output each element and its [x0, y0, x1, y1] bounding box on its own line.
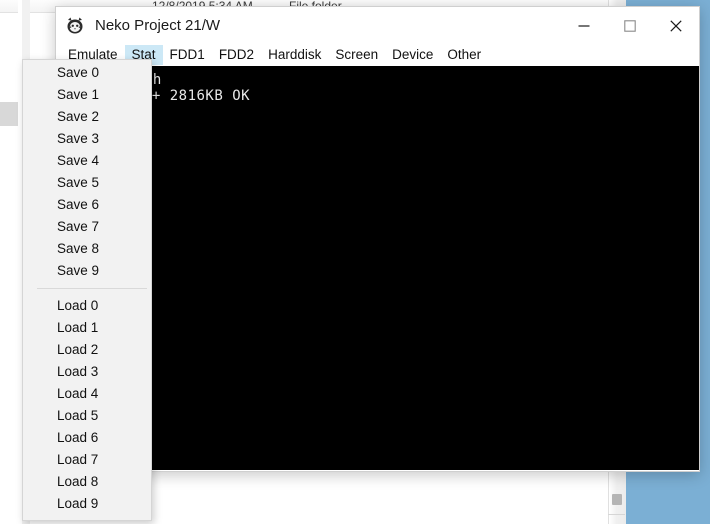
menu-item-fdd2[interactable]: FDD2 [212, 45, 261, 66]
window-title: Neko Project 21/W [95, 17, 221, 34]
menubar: Emulate Stat FDD1 FDD2 Harddisk Screen D… [56, 44, 699, 66]
menu-option-load-8[interactable]: Load 8 [23, 471, 151, 493]
menu-item-screen[interactable]: Screen [328, 45, 385, 66]
menu-option-save-6[interactable]: Save 6 [23, 194, 151, 216]
menu-option-load-9[interactable]: Load 9 [23, 493, 151, 515]
maximize-button[interactable] [607, 7, 653, 44]
explorer-nav-pane-item[interactable] [0, 102, 18, 126]
explorer-scrollbar-thumb[interactable] [612, 494, 622, 505]
maximize-icon [624, 19, 636, 32]
menu-option-load-5[interactable]: Load 5 [23, 405, 151, 427]
close-icon [670, 19, 682, 32]
menu-option-save-4[interactable]: Save 4 [23, 150, 151, 172]
menu-option-load-2[interactable]: Load 2 [23, 339, 151, 361]
menu-option-load-1[interactable]: Load 1 [23, 317, 151, 339]
menu-option-save-9[interactable]: Save 9 [23, 260, 151, 282]
menu-option-save-5[interactable]: Save 5 [23, 172, 151, 194]
stat-dropdown-menu: Save 0 Save 1 Save 2 Save 3 Save 4 Save … [22, 59, 152, 521]
menu-option-save-3[interactable]: Save 3 [23, 128, 151, 150]
menu-separator [37, 288, 147, 289]
menu-option-load-3[interactable]: Load 3 [23, 361, 151, 383]
menu-option-save-8[interactable]: Save 8 [23, 238, 151, 260]
menu-option-save-2[interactable]: Save 2 [23, 106, 151, 128]
screen-root: 12/8/2019 5:34 AM File folder Neko Proje… [0, 0, 710, 524]
emulator-screen[interactable]: gh B + 2816KB OK [56, 66, 699, 470]
minimize-icon [578, 24, 590, 27]
menu-option-load-7[interactable]: Load 7 [23, 449, 151, 471]
close-button[interactable] [653, 7, 699, 44]
menu-option-load-6[interactable]: Load 6 [23, 427, 151, 449]
explorer-scrollbar-divider [608, 514, 625, 515]
menu-option-load-0[interactable]: Load 0 [23, 295, 151, 317]
menu-item-other[interactable]: Other [440, 45, 488, 66]
menu-option-save-0[interactable]: Save 0 [23, 62, 151, 84]
menu-item-harddisk[interactable]: Harddisk [261, 45, 328, 66]
menu-option-save-1[interactable]: Save 1 [23, 84, 151, 106]
menu-option-load-4[interactable]: Load 4 [23, 383, 151, 405]
window-controls [561, 7, 699, 44]
minimize-button[interactable] [561, 7, 607, 44]
menu-option-save-7[interactable]: Save 7 [23, 216, 151, 238]
menu-item-fdd1[interactable]: FDD1 [163, 45, 212, 66]
neko-cat-icon [67, 17, 83, 33]
window-titlebar[interactable]: Neko Project 21/W [56, 7, 699, 44]
menu-item-device[interactable]: Device [385, 45, 440, 66]
